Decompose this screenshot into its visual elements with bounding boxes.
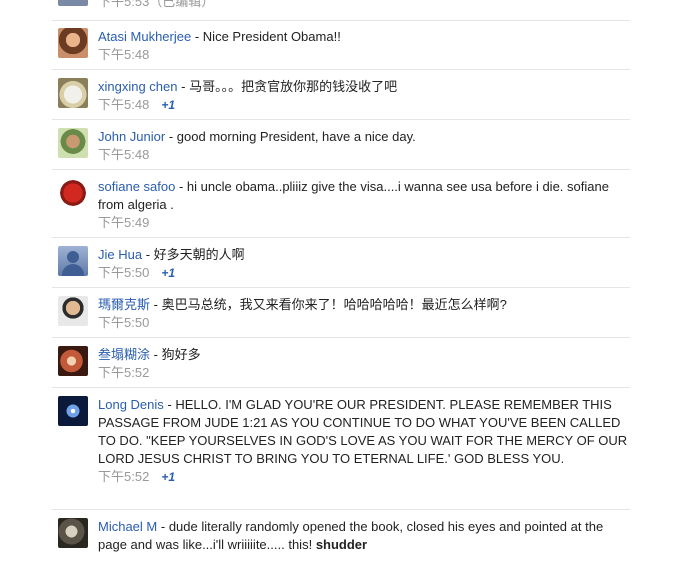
comment-author[interactable]: 叁塌糊涂: [98, 347, 150, 362]
comment-author[interactable]: Atasi Mukherjee: [98, 29, 191, 44]
comment-author[interactable]: Michael M: [98, 519, 157, 534]
avatar[interactable]: [58, 28, 88, 58]
comment-item: 瑪爾克斯 - 奥巴马总统，我又来看你来了！哈哈哈哈哈！最近怎么样啊? 下午5:5…: [52, 288, 630, 338]
avatar[interactable]: [58, 178, 88, 208]
comment-item: sofiane safoo - hi uncle obama..pliiiz g…: [52, 170, 630, 238]
avatar[interactable]: [58, 396, 88, 426]
comment-author[interactable]: Jie Hua: [98, 247, 142, 262]
comment-timestamp[interactable]: 下午5:50: [98, 265, 149, 280]
comment-item: Michael M - dude literally randomly open…: [52, 510, 630, 570]
comment-author[interactable]: sofiane safoo: [98, 179, 175, 194]
comment-text: 马哥。。。把贪官放你那的钱没收了吧: [189, 79, 398, 94]
comment-text: Nice President Obama!!: [202, 29, 341, 44]
default-avatar-icon: [67, 251, 79, 263]
avatar[interactable]: [58, 296, 88, 326]
comment-item: Atasi Mukherjee - Nice President Obama!!…: [52, 20, 630, 70]
comment-timestamp[interactable]: 下午5:49: [98, 215, 149, 230]
plus-one-button[interactable]: +1: [161, 98, 175, 112]
plus-one-button[interactable]: +1: [161, 266, 175, 280]
comment-timestamp[interactable]: 下午5:52: [98, 365, 149, 380]
comment-timestamp[interactable]: 下午5:48: [98, 97, 149, 112]
avatar[interactable]: [58, 246, 88, 276]
avatar[interactable]: [58, 128, 88, 158]
comment-author[interactable]: Long Denis: [98, 397, 164, 412]
comment-text: HELLO. I'M GLAD YOU'RE OUR PRESIDENT. PL…: [98, 397, 628, 466]
comment-text: good morning President, have a nice day.: [176, 129, 416, 144]
comment-item: John Junior - good morning President, ha…: [52, 120, 630, 170]
comment-author[interactable]: 瑪爾克斯: [98, 297, 150, 312]
avatar[interactable]: [58, 346, 88, 376]
comment-author[interactable]: John Junior: [98, 129, 165, 144]
comment-author[interactable]: xingxing chen: [98, 79, 178, 94]
comment-text-bold: shudder: [315, 537, 368, 552]
plus-one-button[interactable]: +1: [161, 470, 175, 484]
comment-timestamp[interactable]: 下午5:53（已编辑）: [98, 0, 628, 10]
comment-text: hi uncle obama..pliiiz give the visa....…: [98, 179, 609, 212]
comment-timestamp[interactable]: 下午5:48: [98, 147, 149, 162]
comment-text: 奥巴马总统，我又来看你来了！哈哈哈哈哈！最近怎么样啊?: [161, 297, 507, 312]
comment-timestamp[interactable]: 下午5:50: [98, 315, 149, 330]
comment-item: 下午5:53（已编辑）: [52, 0, 630, 21]
comment-item: 叁塌糊涂 - 狗好多 下午5:52: [52, 338, 630, 388]
avatar[interactable]: [58, 518, 88, 548]
avatar[interactable]: [58, 0, 88, 6]
comment-item: xingxing chen - 马哥。。。把贪官放你那的钱没收了吧 下午5:48…: [52, 70, 630, 120]
comment-text: 狗好多: [161, 347, 201, 362]
comment-text: 好多天朝的人啊: [153, 247, 245, 262]
comment-timestamp[interactable]: 下午5:48: [98, 47, 149, 62]
comment-timestamp[interactable]: 下午5:52: [98, 469, 149, 484]
comment-item: Long Denis - HELLO. I'M GLAD YOU'RE OUR …: [52, 388, 630, 510]
avatar[interactable]: [58, 78, 88, 108]
comment-item: Jie Hua - 好多天朝的人啊 下午5:50 +1: [52, 238, 630, 288]
